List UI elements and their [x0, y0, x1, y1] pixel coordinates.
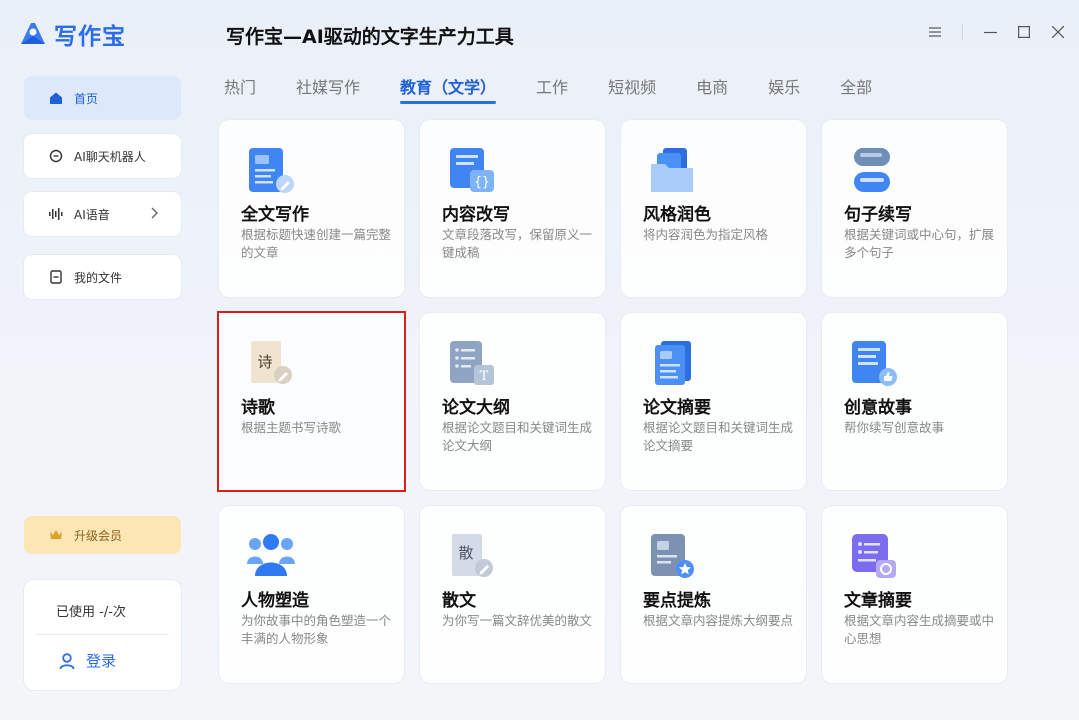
usage-count: 已使用 -/-次: [56, 605, 126, 620]
home-icon: [48, 90, 64, 106]
tab-entertainment[interactable]: 娱乐: [768, 74, 800, 104]
sidebar-item-label: 首页: [74, 91, 99, 106]
tool-card-prose[interactable]: 散 散文 为你写一篇文辞优美的散文: [420, 506, 605, 683]
tool-card-rewrite[interactable]: {} 内容改写 文章段落改写，保留原义一键成稿: [420, 120, 605, 297]
svg-text:{}: {}: [474, 175, 490, 190]
sentence-continue-icon: [854, 148, 890, 192]
card-title: 诗歌: [241, 398, 275, 418]
tool-card-paper-abstract[interactable]: 论文摘要 根据论文题目和关键词生成论文摘要: [621, 313, 806, 490]
page-title: 写作宝—AI驱动的文字生产力工具: [226, 26, 514, 48]
prose-scroll-icon: 散: [452, 534, 493, 577]
tab-short-video[interactable]: 短视频: [608, 74, 656, 104]
crown-icon: [48, 527, 64, 543]
card-title: 内容改写: [442, 205, 510, 225]
maximize-icon[interactable]: [1017, 25, 1031, 39]
file-icon: [48, 269, 64, 285]
login-label: 登录: [86, 652, 117, 670]
sidebar-item-ai-chat[interactable]: AI聊天机器人: [24, 134, 181, 178]
poem-scroll-icon: 诗: [251, 341, 292, 384]
card-title: 句子续写: [844, 205, 912, 225]
card-description: 为你写一篇文辞优美的散文: [442, 613, 593, 628]
sidebar-item-home[interactable]: 首页: [24, 76, 181, 120]
upgrade-vip-button[interactable]: 升级会员: [24, 516, 181, 554]
tab-ecommerce[interactable]: 电商: [696, 74, 728, 104]
card-title: 散文: [442, 591, 476, 611]
menu-icon[interactable]: [928, 25, 942, 39]
user-icon: [59, 652, 75, 669]
svg-text:T: T: [480, 369, 489, 384]
card-description: 根据关键词或中心句，扩展多个句子: [844, 227, 995, 260]
divider: [36, 634, 169, 635]
outline-doc-icon: T: [450, 341, 494, 385]
card-description: 为你故事中的角色塑造一个丰满的人物形象: [241, 613, 392, 646]
separator: [962, 24, 963, 40]
tab-education[interactable]: 教育（文学）: [400, 74, 497, 104]
voice-wave-icon: [48, 206, 64, 222]
card-title: 人物塑造: [241, 591, 309, 611]
abstract-doc-icon: [655, 341, 691, 385]
logo-mark-icon: [21, 23, 45, 44]
card-title: 创意故事: [844, 398, 912, 418]
app-logo: 写作宝: [18, 18, 126, 50]
card-description: 根据主题书写诗歌: [241, 420, 342, 435]
card-description: 根据标题快速创建一篇完整的文章: [241, 227, 392, 260]
svg-text:诗: 诗: [257, 353, 272, 371]
tab-work[interactable]: 工作: [536, 74, 568, 104]
tool-card-full-text[interactable]: 全文写作 根据标题快速创建一篇完整的文章: [219, 120, 404, 297]
rewrite-code-doc-icon: {}: [450, 148, 494, 192]
article-summary-icon: [852, 534, 896, 578]
tool-card-character[interactable]: 人物塑造 为你故事中的角色塑造一个丰满的人物形象: [219, 506, 404, 683]
tool-card-poem[interactable]: 诗 诗歌 根据主题书写诗歌: [217, 311, 406, 492]
login-button[interactable]: 登录: [58, 650, 116, 671]
full-text-doc-icon: [249, 148, 294, 193]
sidebar-item-label: AI语音: [74, 207, 110, 222]
upgrade-vip-label: 升级会员: [74, 528, 123, 543]
card-description: 根据文章内容生成摘要或中心思想: [844, 613, 995, 646]
tool-card-paper-outline[interactable]: T 论文大纲 根据论文题目和关键词生成论文大纲: [420, 313, 605, 490]
card-description: 根据文章内容提炼大纲要点: [643, 613, 794, 628]
card-title: 文章摘要: [844, 591, 912, 611]
card-title: 风格润色: [643, 205, 711, 225]
card-title: 要点提炼: [643, 591, 711, 611]
tab-social-writing[interactable]: 社媒写作: [296, 74, 360, 104]
style-folder-icon: [651, 148, 693, 192]
story-like-doc-icon: [852, 341, 897, 386]
card-title: 论文大纲: [442, 398, 510, 418]
key-points-doc-icon: [651, 534, 694, 578]
svg-text:散: 散: [458, 544, 473, 562]
close-icon[interactable]: [1051, 25, 1065, 39]
card-title: 全文写作: [241, 205, 309, 225]
tool-card-sentence-continue[interactable]: 句子续写 根据关键词或中心句，扩展多个句子: [822, 120, 1007, 297]
sidebar-item-ai-voice[interactable]: AI语音: [24, 192, 181, 236]
card-description: 将内容润色为指定风格: [643, 227, 769, 242]
tab-all[interactable]: 全部: [840, 74, 872, 104]
tool-card-creative-story[interactable]: 创意故事 帮你续写创意故事: [822, 313, 1007, 490]
chat-icon: [48, 148, 64, 164]
app-window: 写作宝 首页 AI聊天机器人 AI语音 我的文件 升级会员 已使用 -/-次 登…: [0, 0, 1079, 720]
card-title: 论文摘要: [643, 398, 711, 418]
tool-card-article-summary[interactable]: 文章摘要 根据文章内容生成摘要或中心思想: [822, 506, 1007, 683]
card-description: 文章段落改写，保留原义一键成稿: [442, 227, 593, 260]
card-description: 根据论文题目和关键词生成论文摘要: [643, 420, 794, 453]
card-description: 根据论文题目和关键词生成论文大纲: [442, 420, 593, 453]
tool-card-key-points[interactable]: 要点提炼 根据文章内容提炼大纲要点: [621, 506, 806, 683]
tool-card-style-polish[interactable]: 风格润色 将内容润色为指定风格: [621, 120, 806, 297]
window-controls: [928, 24, 1065, 40]
category-tabs: 热门 社媒写作 教育（文学） 工作 短视频 电商 娱乐 全部: [224, 74, 912, 104]
logo-text: 写作宝: [54, 24, 126, 50]
minimize-icon[interactable]: [983, 25, 997, 39]
people-group-icon: [247, 534, 295, 576]
card-description: 帮你续写创意故事: [844, 420, 945, 435]
tab-hot[interactable]: 热门: [224, 74, 256, 104]
sidebar-item-label: 我的文件: [74, 270, 123, 285]
sidebar-item-label: AI聊天机器人: [74, 149, 146, 164]
sidebar-item-my-files[interactable]: 我的文件: [24, 255, 181, 299]
usage-card: 已使用 -/-次 登录: [24, 580, 181, 690]
chevron-right-icon: [151, 207, 158, 219]
